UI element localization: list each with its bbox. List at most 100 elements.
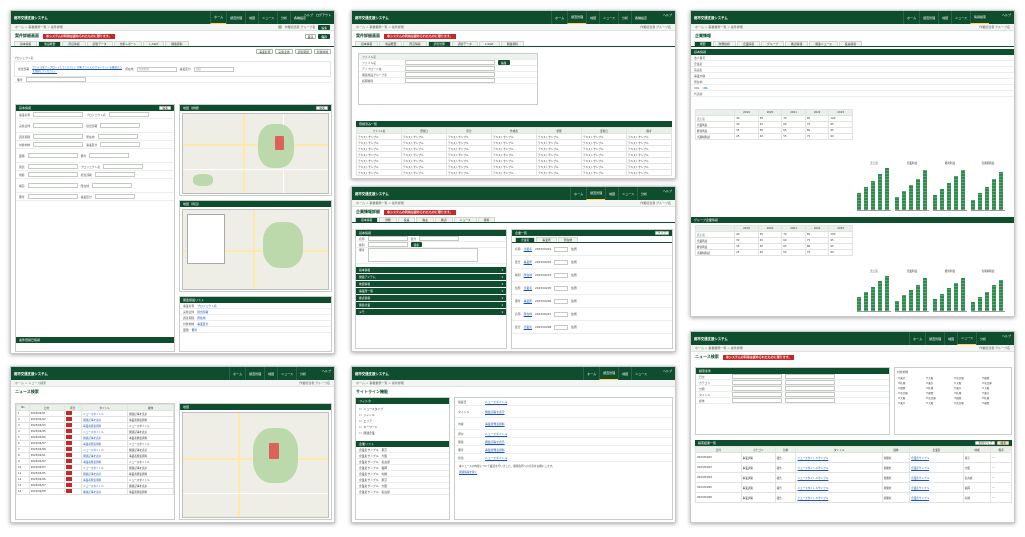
form-input[interactable] [103, 164, 144, 169]
form-input[interactable] [33, 123, 84, 128]
browse-button[interactable]: 編集 [498, 60, 510, 65]
form-input[interactable] [27, 164, 78, 169]
nav-news[interactable]: ニュース [599, 11, 618, 24]
nav-settings[interactable]: 各種設定 [630, 11, 650, 24]
logout-link[interactable]: ログアウト [316, 13, 331, 17]
region-checkbox[interactable]: ☐東京 [898, 401, 924, 405]
table-row[interactable]: 2023/04/03 事業調査 報告 ニュースタイトルサンプル 新聞社 企業名サンプル 大阪… [695, 462, 1012, 473]
table-cell[interactable]: ニュースタイトルサンプル [795, 452, 883, 463]
table-row[interactable]: 14 2023/04/08 関連記事を表示 事業者発表資料 [16, 488, 174, 495]
condition-input[interactable] [785, 380, 835, 385]
tab-overview[interactable]: 概要 [694, 41, 712, 46]
detail-value[interactable]: ニュースタイトル [485, 456, 507, 460]
list-link[interactable]: 所在地 [197, 316, 205, 320]
condition-input[interactable] [785, 392, 835, 397]
tab-report[interactable]: 分析レポート [113, 41, 143, 46]
condition-input[interactable] [785, 374, 835, 379]
news-map[interactable] [182, 412, 329, 518]
region-checkbox[interactable]: ☐大阪 [898, 396, 924, 400]
condition-input[interactable] [732, 398, 782, 403]
related-link[interactable]: 関連情報を開く [459, 471, 477, 474]
checkbox-icon[interactable]: ☐ [359, 419, 362, 423]
tab-officers[interactable]: 役員 [397, 217, 416, 222]
table-row[interactable]: テキストサンプル テキストサンプル テキストサンプル テキストサンプル テキストサンプル… [356, 169, 672, 176]
nav-map[interactable]: 地図 [245, 11, 258, 24]
form-input[interactable] [108, 112, 149, 117]
region-checkbox[interactable]: ☐福岡 [926, 391, 952, 395]
table-row[interactable]: 住所 企業名 2023/04/05 住所 [512, 282, 672, 295]
region-checkbox[interactable]: ☐大阪 [954, 381, 980, 385]
checkbox-icon[interactable]: ☐ [359, 407, 362, 411]
tab-facility[interactable]: 施設概要 [379, 41, 403, 46]
form-input[interactable] [33, 142, 84, 147]
nav-survey[interactable]: 調査管理 [567, 11, 587, 24]
form-input[interactable] [27, 194, 78, 199]
region-checkbox[interactable]: ☐大阪 [926, 401, 952, 405]
table-cell[interactable]: ニュースタイトルサンプル [795, 482, 883, 493]
nav-home[interactable]: ホーム [210, 11, 227, 24]
tab-docs[interactable]: 関連資料 [165, 41, 189, 46]
row-link[interactable]: 企業名 [524, 247, 532, 251]
row-title[interactable]: 関連記事を表示 [81, 488, 129, 495]
checkbox-icon[interactable]: ☐ [359, 431, 362, 435]
checkbox-icon[interactable]: ☐ [359, 425, 362, 429]
back-button[interactable]: 戻る [304, 33, 317, 39]
form-input[interactable] [94, 172, 135, 177]
reset-button[interactable]: 条件クリア [975, 441, 996, 445]
nav-home[interactable]: ホーム [229, 367, 245, 380]
accordion-section[interactable]: 関連アイテム ▾ [356, 274, 506, 280]
tab-basic[interactable]: 基本情報 [14, 41, 38, 46]
table-row[interactable]: 2023/04/02 事業調査 報告 ニュースタイトルサンプル 新聞社 企業名サンプル 東京… [695, 452, 1012, 463]
tab-docs[interactable]: 資料 [477, 217, 496, 222]
nav-map[interactable]: 地図 [618, 367, 631, 380]
tab-lsigt[interactable]: L-SIGT [478, 41, 500, 46]
region-checkbox[interactable]: ☐福岡 [954, 396, 980, 400]
upload-link[interactable]: ファイルをアップロードしてください。対象ファイルのフォーマットを確認のうえ登録し… [32, 65, 122, 73]
form-input[interactable] [92, 183, 133, 188]
detail-value[interactable]: ニュースタイトル [485, 432, 507, 436]
name-input[interactable] [367, 236, 408, 241]
nav-news[interactable]: ニュース [951, 11, 970, 24]
region-checkbox[interactable]: ☐東京 [982, 391, 1008, 395]
region-checkbox[interactable]: ☐東京 [954, 386, 980, 390]
table-row[interactable]: 2023/04/06 事業調査 報告 ニュースタイトルサンプル 新聞社 企業名サンプル 札幌… [695, 492, 1012, 503]
tab-finance[interactable]: 財務指標 [712, 41, 736, 46]
help-link[interactable]: ヘルプ [1002, 13, 1011, 17]
tab-data[interactable]: 調査データ [86, 41, 113, 46]
tab-officers[interactable]: 役員情報 [838, 41, 863, 46]
tab-sites[interactable]: 拠点 [435, 217, 453, 222]
accordion-section[interactable]: 拠点情報 ▾ [356, 295, 506, 301]
list-link[interactable]: 備考 [192, 328, 198, 332]
nav-analysis[interactable]: 分析 [295, 367, 309, 380]
region-checkbox[interactable]: ☐東京 [898, 376, 924, 380]
table-row[interactable]: 名称 企業名 2023/04/01 住所 [512, 243, 672, 256]
tab-lsigt[interactable]: L-SIGT [143, 41, 165, 46]
row-link[interactable]: 企業名 [524, 325, 532, 329]
form-input[interactable] [97, 134, 138, 139]
nav-home[interactable]: ホーム [909, 332, 925, 345]
list-link[interactable]: プロジェクト名 [197, 304, 217, 308]
nav-search[interactable]: 情報検索 [969, 11, 989, 24]
region-checkbox[interactable]: ☐大阪 [982, 386, 1008, 390]
right-tab-office[interactable]: 事業所 [536, 237, 557, 242]
region-checkbox[interactable]: ☐札幌 [982, 396, 1008, 400]
nav-analysis[interactable]: 分析 [617, 11, 631, 24]
region-checkbox[interactable]: ☐名古屋 [982, 381, 1008, 385]
nav-home[interactable]: ホーム [551, 11, 567, 24]
type-input[interactable] [405, 78, 495, 83]
condition-input[interactable] [785, 398, 835, 403]
table-row[interactable]: 区分 事業所 2023/04/02 住所 [512, 256, 672, 269]
nav-home[interactable]: ホーム [583, 367, 599, 380]
help-link[interactable]: ヘルプ [663, 13, 672, 17]
region-checkbox[interactable]: ☐福岡 [898, 386, 924, 390]
tab-facility[interactable]: 施設概要 [38, 41, 62, 46]
checkbox-icon[interactable]: ☐ [359, 413, 362, 417]
nav-map[interactable]: 地図 [264, 367, 277, 380]
help-link[interactable]: ヘルプ [663, 189, 672, 193]
nav-analysis[interactable]: 分析 [636, 187, 650, 200]
table-cell[interactable]: ニュースタイトルサンプル [795, 472, 883, 483]
table-cell[interactable]: ニュースタイトルサンプル [795, 492, 883, 503]
detail-map[interactable] [182, 113, 329, 194]
accordion-section[interactable]: 関連企業 ▾ [356, 302, 506, 308]
nav-survey[interactable]: 調査管理 [599, 367, 619, 380]
